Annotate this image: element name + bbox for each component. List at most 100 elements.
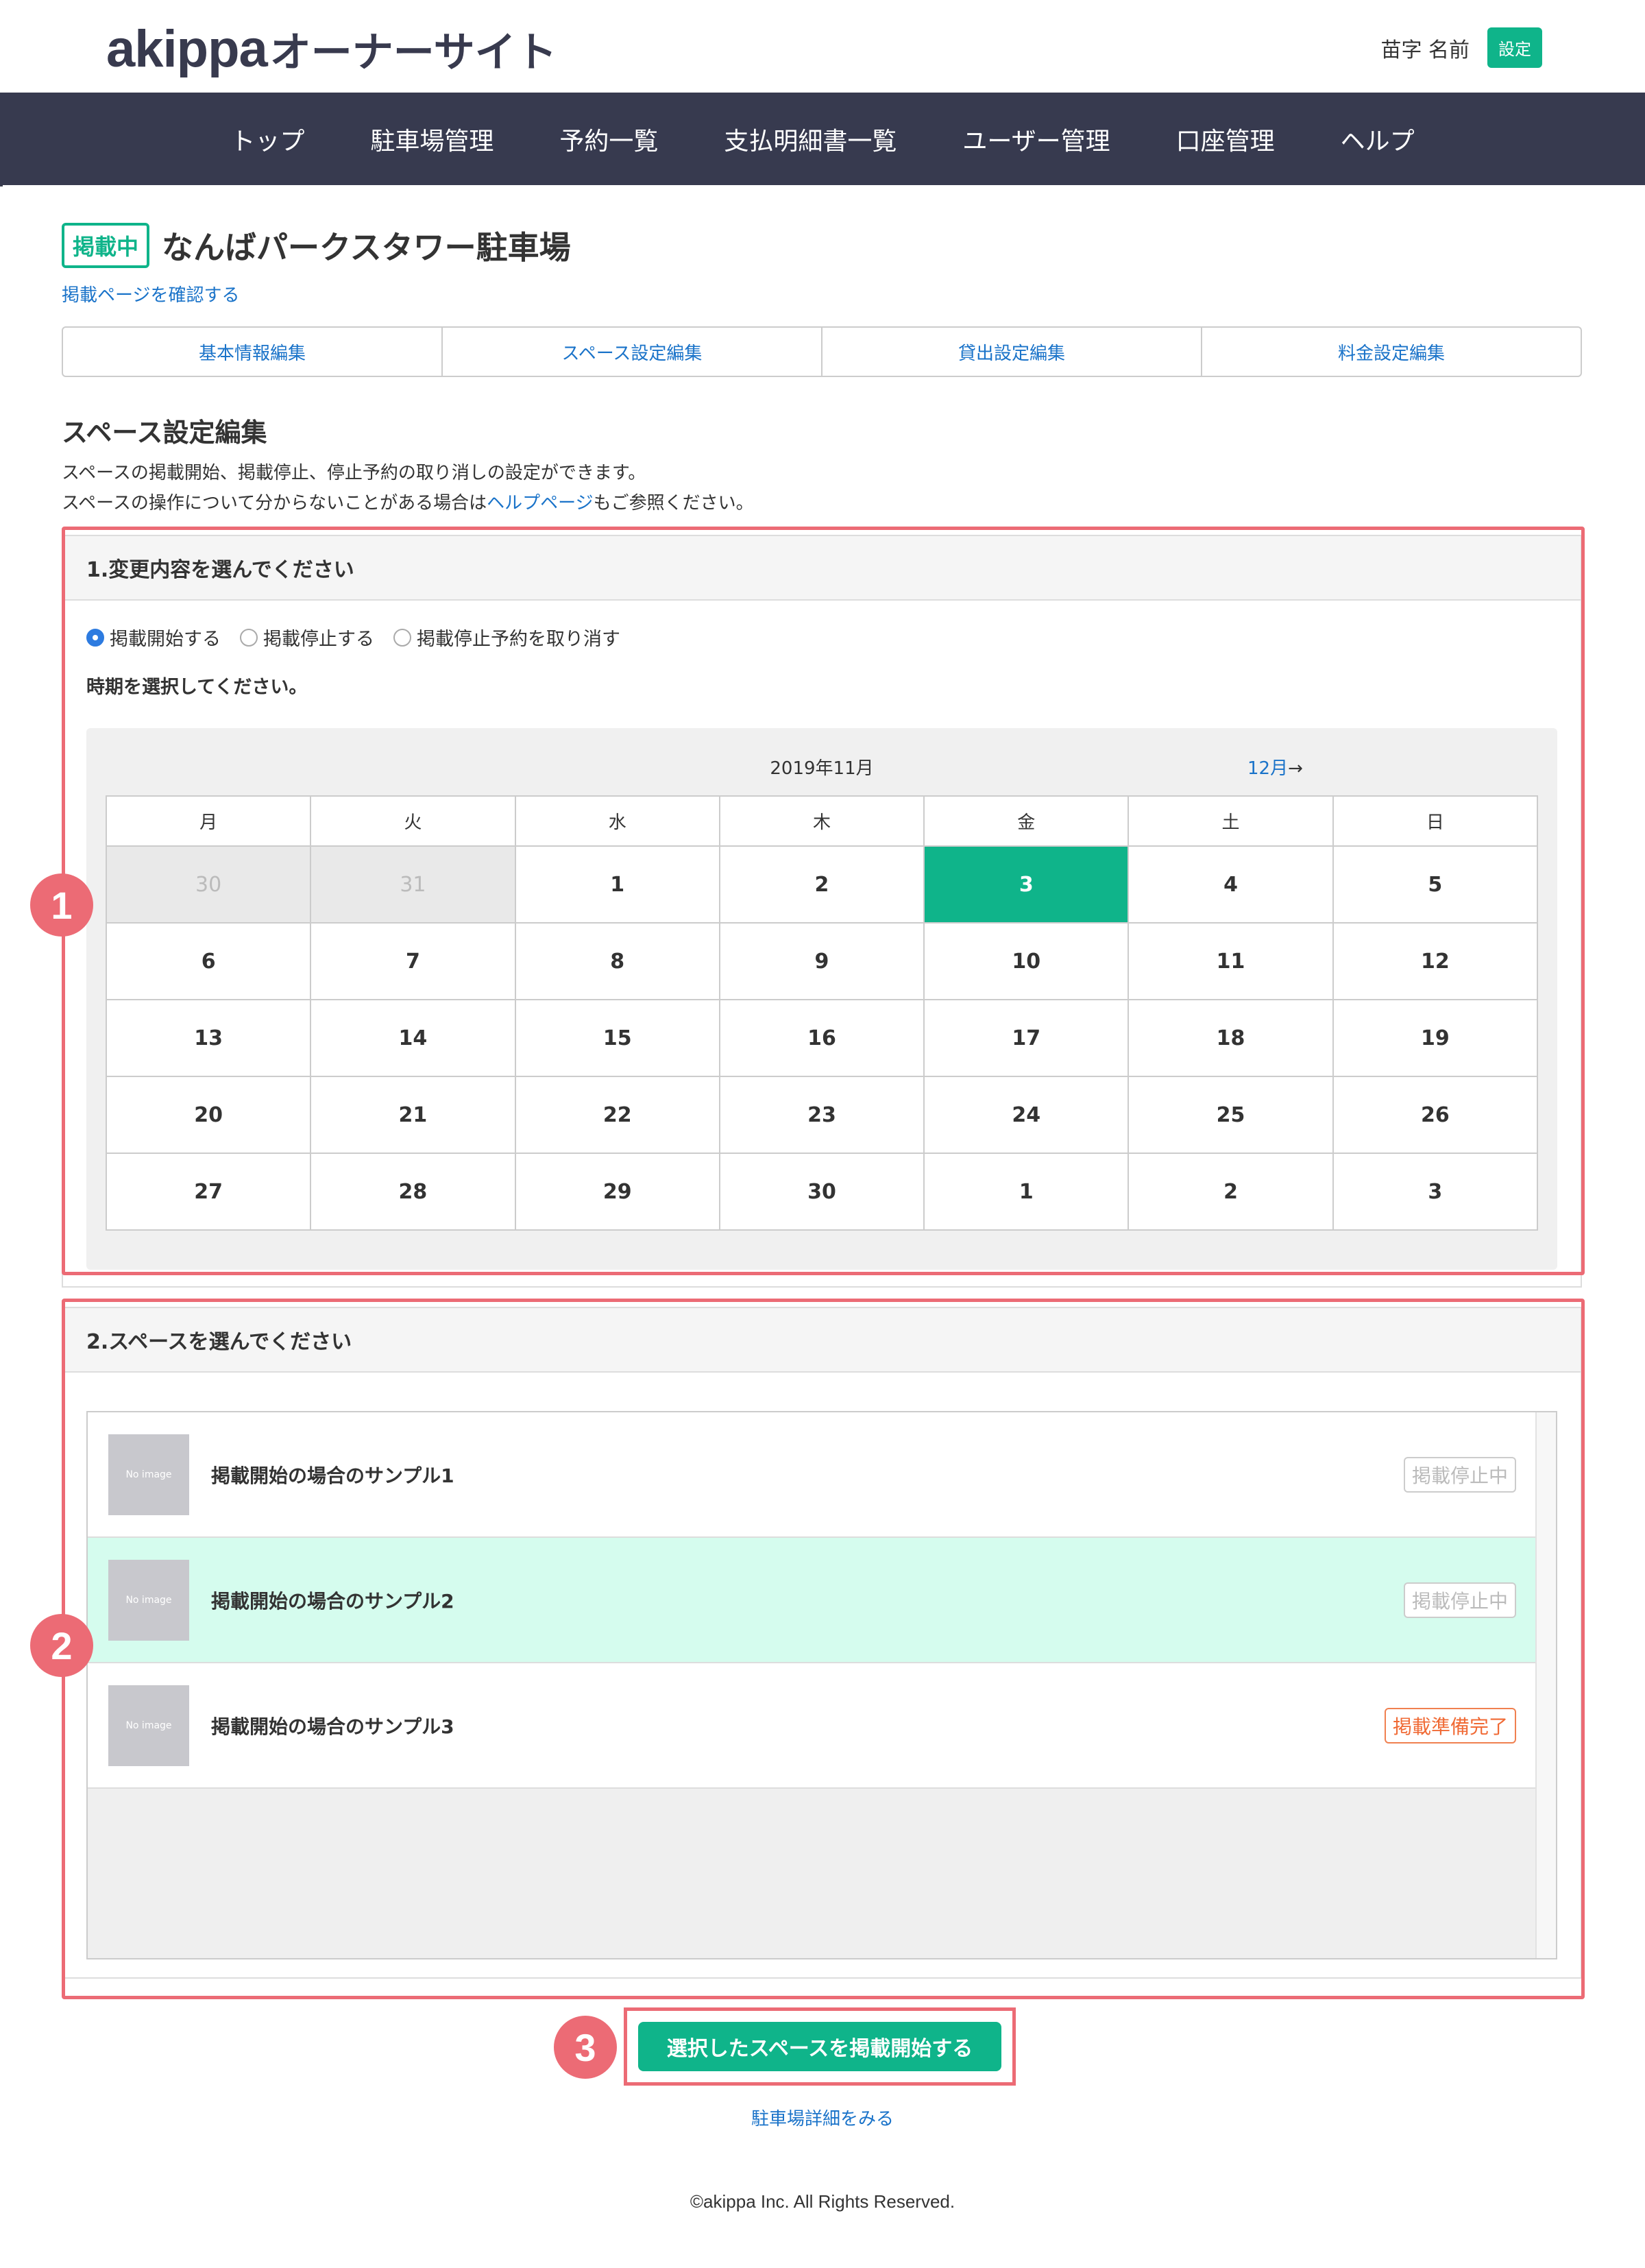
radio-dot[interactable] <box>240 628 258 647</box>
calendar-day[interactable]: 2 <box>718 845 925 924</box>
step2-panel: 2.スペースを選んでください No image 掲載開始の場合のサンプル1 掲載… <box>62 1307 1582 1979</box>
space-row[interactable]: No image 掲載開始の場合のサンプル3 掲載準備完了 <box>88 1663 1537 1789</box>
space-list: No image 掲載開始の場合のサンプル1 掲載停止中 No image 掲載… <box>88 1412 1537 1789</box>
view-listing-link[interactable]: 掲載ページを確認する <box>62 281 239 306</box>
logo-suffix: オーナーサイト <box>269 29 557 77</box>
calendar-day[interactable]: 10 <box>923 922 1130 1000</box>
calendar-day[interactable]: 8 <box>514 922 720 1000</box>
calendar-day[interactable]: 29 <box>514 1153 720 1231</box>
nav-item-help[interactable]: ヘルプ <box>1308 121 1448 157</box>
calendar-day[interactable]: 18 <box>1128 999 1334 1077</box>
radio-start-listing[interactable]: 掲載開始する <box>86 624 221 651</box>
weekday-mon: 月 <box>105 795 312 847</box>
calendar-day[interactable]: 20 <box>105 1076 312 1154</box>
calendar-day[interactable]: 7 <box>310 922 516 1000</box>
tab-basic-info[interactable]: 基本情報編集 <box>63 328 443 376</box>
space-list-box: No image 掲載開始の場合のサンプル1 掲載停止中 No image 掲載… <box>86 1411 1557 1959</box>
step-marker-3: 3 <box>554 2016 617 2079</box>
desc-line-2: スペースの操作について分からないことがある場合はヘルプページもご参照ください。 <box>62 488 754 518</box>
calendar-day[interactable]: 30 <box>718 1153 925 1231</box>
calendar-day-selected[interactable]: 3 <box>923 845 1130 924</box>
calendar-day[interactable]: 23 <box>718 1076 925 1154</box>
weekday-sun: 日 <box>1332 795 1539 847</box>
nav-item-accounts[interactable]: 口座管理 <box>1143 121 1308 157</box>
calendar-day[interactable]: 11 <box>1128 922 1334 1000</box>
period-label: 時期を選択してください。 <box>86 677 308 698</box>
calendar-day[interactable]: 3 <box>1332 1153 1539 1231</box>
calendar-day[interactable]: 2 <box>1128 1153 1334 1231</box>
calendar-day[interactable]: 15 <box>514 999 720 1077</box>
calendar-day[interactable]: 28 <box>310 1153 516 1231</box>
calendar-grid: 月 火 水 木 金 土 日 30 3 1 1 2 3 4 5 6 7 8 9 10… <box>105 795 1539 1231</box>
calendar-day[interactable]: 22 <box>514 1076 720 1154</box>
nav-item-statements[interactable]: 支払明細書一覧 <box>691 121 929 157</box>
step1-heading: 1.変更内容を選んでください <box>63 536 1581 601</box>
calendar: 2019年11月 12月→ 月 火 水 木 金 土 日 30 31 1 2 3 … <box>86 728 1557 1270</box>
weekday-sat: 土 <box>1128 795 1334 847</box>
calendar-day[interactable]: 4 <box>1128 845 1334 924</box>
calendar-day[interactable]: 1 <box>514 845 720 924</box>
calendar-day[interactable]: 21 <box>310 1076 516 1154</box>
calendar-week: 6 7 8 9 10 11 12 <box>105 922 1539 1000</box>
nav-item-top[interactable]: トップ <box>197 121 337 157</box>
step-marker-1: 1 <box>30 873 93 937</box>
space-name: 掲載開始の場合のサンプル2 <box>211 1589 454 1613</box>
radio-label: 掲載停止予約を取り消す <box>417 629 620 650</box>
calendar-day[interactable]: 19 <box>1332 999 1539 1077</box>
site-logo[interactable]: akippa オーナーサイト <box>106 19 557 78</box>
space-name: 掲載開始の場合のサンプル3 <box>211 1715 454 1738</box>
calendar-day[interactable]: 17 <box>923 999 1130 1077</box>
space-row[interactable]: No image 掲載開始の場合のサンプル1 掲載停止中 <box>88 1412 1537 1538</box>
radio-cancel-stop[interactable]: 掲載停止予約を取り消す <box>393 624 620 651</box>
calendar-day[interactable]: 25 <box>1128 1076 1334 1154</box>
calendar-day[interactable]: 12 <box>1332 922 1539 1000</box>
next-month-link[interactable]: 12月→ <box>1247 754 1303 780</box>
calendar-day-past: 30 <box>105 845 312 924</box>
section-description: スペースの掲載開始、掲載停止、停止予約の取り消しの設定ができます。 スペースの操… <box>62 458 754 518</box>
desc-text: もご参照ください。 <box>593 493 754 514</box>
section-heading: スペース設定編集 <box>62 418 267 448</box>
tab-pricing-settings[interactable]: 料金設定編集 <box>1202 328 1581 376</box>
calendar-day[interactable]: 24 <box>923 1076 1130 1154</box>
nav-item-reservations[interactable]: 予約一覧 <box>526 121 691 157</box>
weekday-row: 月 火 水 木 金 土 日 <box>105 795 1539 847</box>
radio-dot[interactable] <box>86 628 104 647</box>
change-type-radios: 掲載開始する 掲載停止する 掲載停止予約を取り消す <box>86 624 620 651</box>
calendar-table: 月 火 水 木 金 土 日 30 3 1 1 2 3 4 5 6 7 8 9 10… <box>105 795 1539 1231</box>
nav-item-parking[interactable]: 駐車場管理 <box>337 121 526 157</box>
radio-stop-listing[interactable]: 掲載停止する <box>240 624 374 651</box>
calendar-day[interactable]: 6 <box>105 922 312 1000</box>
calendar-day[interactable]: 1 <box>923 1153 1130 1231</box>
highlight-frame-step3: 選択したスペースを掲載開始する <box>624 2007 1016 2086</box>
next-month-label: 12月 <box>1247 758 1289 779</box>
calendar-day[interactable]: 27 <box>105 1153 312 1231</box>
step-marker-2: 2 <box>30 1614 93 1677</box>
help-page-link[interactable]: ヘルプページ <box>487 493 593 514</box>
weekday-tue: 火 <box>310 795 516 847</box>
calendar-day[interactable]: 14 <box>310 999 516 1077</box>
calendar-day[interactable]: 5 <box>1332 845 1539 924</box>
nav-item-users[interactable]: ユーザー管理 <box>929 121 1143 157</box>
tab-rental-settings[interactable]: 貸出設定編集 <box>822 328 1202 376</box>
arrow-right-icon: → <box>1288 758 1303 779</box>
parking-detail-link[interactable]: 駐車場詳細をみる <box>0 2105 1645 2130</box>
logo-brand: akippa <box>106 20 268 78</box>
space-status-badge: 掲載準備完了 <box>1384 1707 1516 1744</box>
weekday-thu: 木 <box>718 795 925 847</box>
calendar-day[interactable]: 16 <box>718 999 925 1077</box>
settings-button[interactable]: 設定 <box>1487 27 1542 68</box>
start-listing-button[interactable]: 選択したスペースを掲載開始する <box>638 2022 1001 2071</box>
calendar-day[interactable]: 9 <box>718 922 925 1000</box>
calendar-week: 20 21 22 23 24 25 26 <box>105 1076 1539 1154</box>
tab-space-settings[interactable]: スペース設定編集 <box>443 328 822 376</box>
calendar-day[interactable]: 26 <box>1332 1076 1539 1154</box>
space-list-scrollbar[interactable] <box>1535 1412 1556 1958</box>
calendar-month: 2019年11月 <box>770 758 874 779</box>
space-thumbnail: No image <box>108 1685 189 1766</box>
calendar-day[interactable]: 13 <box>105 999 312 1077</box>
radio-dot[interactable] <box>393 628 411 647</box>
calendar-week: 30 31 1 2 3 4 5 <box>105 845 1539 924</box>
user-name: 苗字 名前 <box>1380 38 1470 62</box>
status-badge: 掲載中 <box>62 223 150 268</box>
space-row-selected[interactable]: No image 掲載開始の場合のサンプル2 掲載停止中 <box>88 1538 1537 1663</box>
